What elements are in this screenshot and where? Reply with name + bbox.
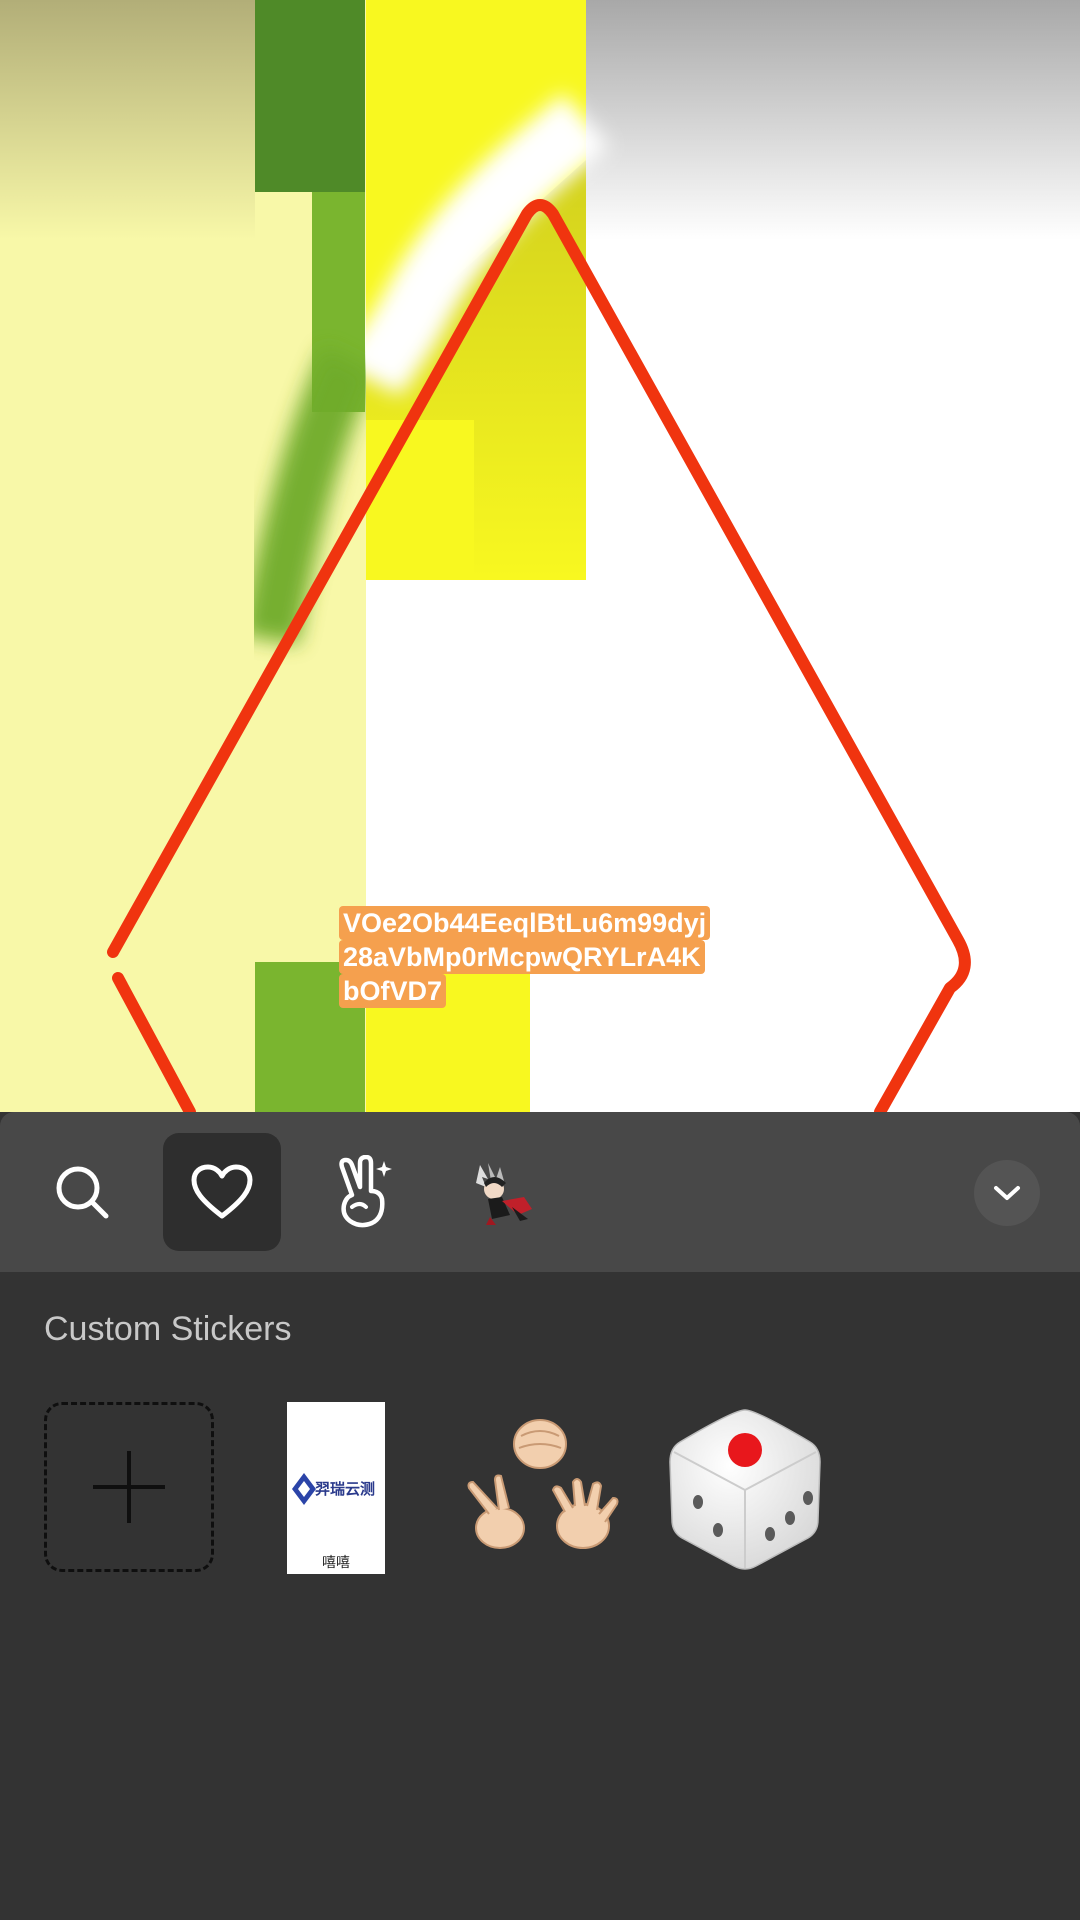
sticker-tabbar xyxy=(0,1112,1080,1272)
text-sticker[interactable]: VOe2Ob44EeqlBtLu6m99dyj 28aVbMp0rMcpwQRY… xyxy=(339,906,739,1008)
logo-sticker[interactable]: 羿瑞云测 嘻嘻 xyxy=(287,1402,385,1574)
logo-caption: 嘻嘻 xyxy=(322,1554,350,1570)
add-sticker-button[interactable] xyxy=(44,1402,214,1572)
search-icon xyxy=(56,1166,109,1219)
diamond-logo-icon xyxy=(292,1473,316,1505)
rock-paper-scissors-sticker[interactable] xyxy=(455,1402,625,1572)
tab-search[interactable] xyxy=(23,1133,141,1251)
tab-anime[interactable] xyxy=(443,1133,561,1251)
tab-favorites[interactable] xyxy=(163,1133,281,1251)
peace-hand-icon xyxy=(339,1155,392,1228)
photo-canvas[interactable]: VOe2Ob44EeqlBtLu6m99dyj 28aVbMp0rMcpwQRY… xyxy=(0,0,1080,1112)
screen: VOe2Ob44EeqlBtLu6m99dyj 28aVbMp0rMcpwQRY… xyxy=(0,0,1080,1920)
collapse-panel-button[interactable] xyxy=(974,1160,1040,1226)
chevron-down-icon xyxy=(994,1186,1020,1200)
text-sticker-line: VOe2Ob44EeqlBtLu6m99dyj xyxy=(339,906,711,940)
sticker-panel: Custom Stickers 羿瑞云测 嘻嘻 xyxy=(0,1112,1080,1920)
plus-icon xyxy=(93,1451,165,1523)
dice-icon xyxy=(669,1409,821,1570)
logo-text: 羿瑞云测 xyxy=(315,1481,376,1498)
text-sticker-line: bOfVD7 xyxy=(339,974,447,1008)
section-title: Custom Stickers xyxy=(44,1310,292,1348)
rock-paper-scissors-icon xyxy=(467,1419,619,1549)
anime-character-icon xyxy=(476,1163,532,1225)
text-sticker-line: 28aVbMp0rMcpwQRYLrA4K xyxy=(339,940,705,974)
heart-icon xyxy=(191,1164,253,1219)
tab-gestures[interactable] xyxy=(303,1133,421,1251)
dice-sticker[interactable] xyxy=(660,1402,830,1572)
